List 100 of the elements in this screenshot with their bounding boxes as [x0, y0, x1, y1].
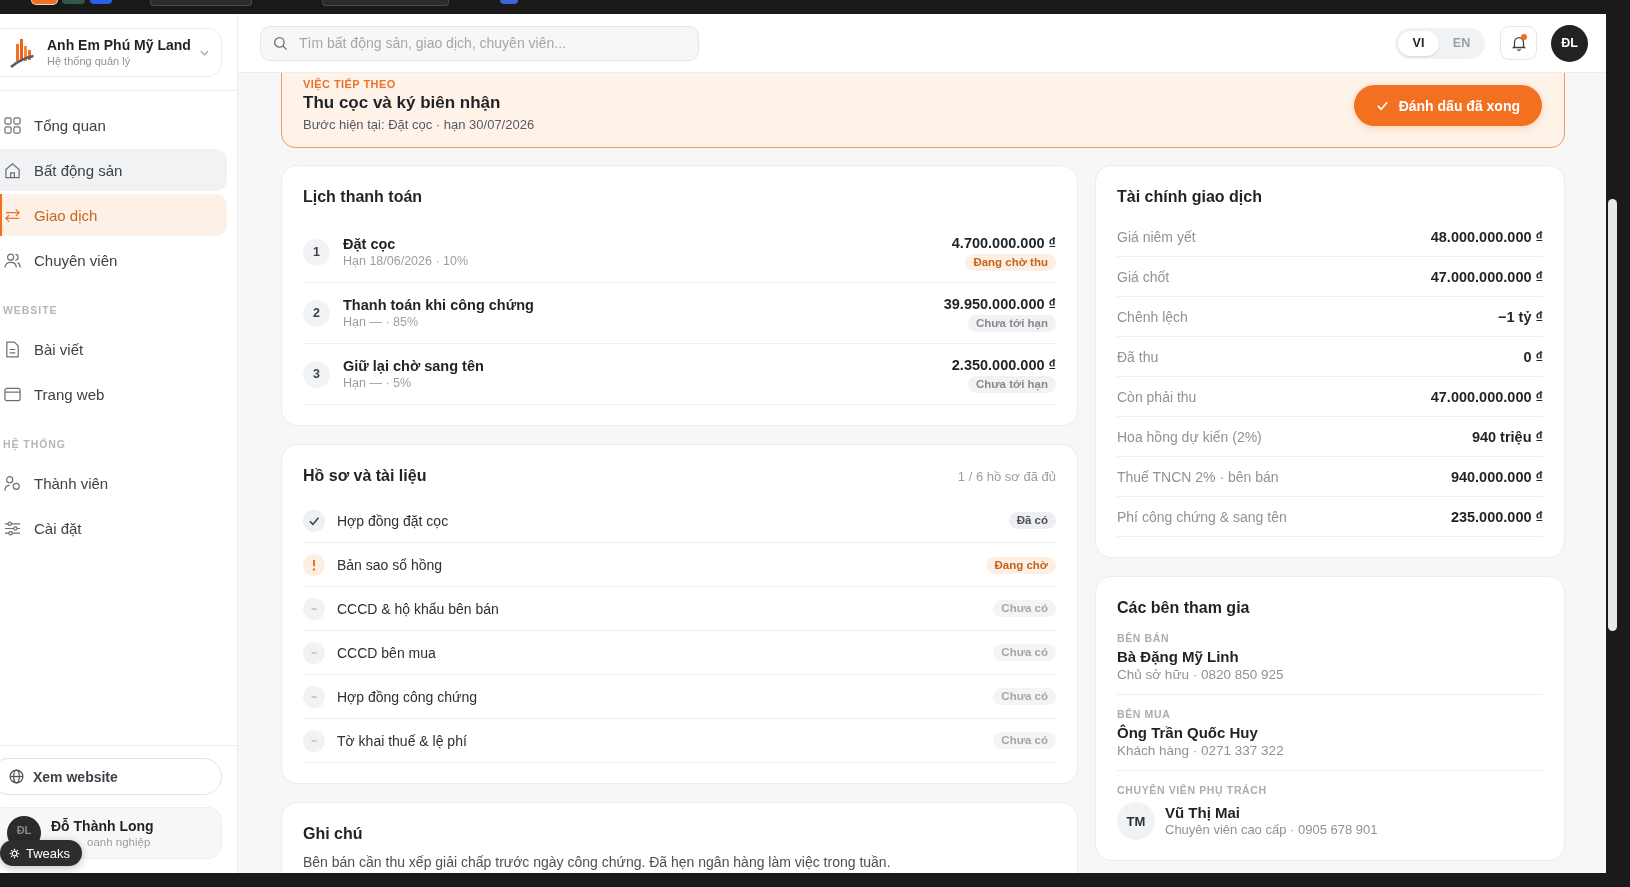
- section-label: HỆ THỐNG: [3, 437, 67, 451]
- document-name: Tờ khai thuế & lệ phí: [337, 732, 468, 749]
- next-task-title: Thu cọc và ký biên nhận: [303, 92, 502, 113]
- payment-status: Đang chờ thu: [965, 253, 1056, 271]
- workspace-name: Anh Em Phú Mỹ Land: [47, 37, 192, 54]
- sidebar-item[interactable]: Bất động sản: [0, 149, 227, 191]
- browser-tab[interactable]: [322, 0, 449, 6]
- globe-icon: [9, 769, 24, 784]
- finance-value: 940 triệu ₫: [1471, 428, 1543, 445]
- tab-icon[interactable]: [32, 0, 57, 4]
- finance-value: 48.000.000.000 ₫: [1430, 228, 1543, 245]
- finance-label: Thuế TNCN 2% · bên bán: [1117, 468, 1279, 485]
- payment-amount: 4.700.000.000 ₫: [951, 233, 1056, 252]
- finance-value: 940.000.000 ₫: [1450, 468, 1543, 485]
- card-title: Lịch thanh toán: [303, 187, 424, 207]
- people-icon: [4, 474, 21, 492]
- card-title: Các bên tham gia: [1117, 598, 1251, 618]
- sidebar-item[interactable]: Trang web: [0, 373, 227, 415]
- card-title: Tài chính giao dịch: [1117, 187, 1263, 207]
- party-name: Ông Trần Quốc Huy: [1117, 723, 1259, 742]
- tab-icon[interactable]: [90, 0, 112, 4]
- document-name: CCCD & hộ khẩu bên bán: [337, 600, 500, 617]
- next-task-label: VIỆC TIẾP THEO: [303, 78, 397, 90]
- house-icon: [4, 161, 21, 179]
- party-name: Bà Đặng Mỹ Linh: [1117, 647, 1240, 666]
- tab-icon[interactable]: [62, 0, 85, 4]
- finance-value: 47.000.000.000 ₫: [1430, 388, 1543, 405]
- users-icon: [4, 251, 21, 269]
- note-text: Bên bán cần thu xếp giải chấp trước ngày công chứng. Đã hẹn ngân hàng làm việc trong tuần.: [303, 854, 892, 870]
- document-icon: [4, 340, 21, 358]
- party-role: BÊN BÁN: [1117, 632, 1171, 644]
- agent-avatar: TM: [1117, 802, 1155, 840]
- payment-amount: 2.350.000.000 ₫: [951, 355, 1056, 374]
- next-task-step: Bước hiện tại: Đặt cọc · hạn 30/07/2026: [303, 116, 535, 133]
- party-role: BÊN MUA: [1117, 708, 1172, 720]
- party-role: CHUYÊN VIÊN PHỤ TRÁCH: [1117, 784, 1268, 796]
- sidebar-item[interactable]: Thành viên: [0, 462, 227, 504]
- tweaks-button[interactable]: Tweaks: [0, 840, 83, 866]
- sliders-icon: [4, 519, 21, 537]
- payment-title: Thanh toán khi công chứng: [343, 296, 535, 314]
- document-status: Chưa có: [993, 732, 1056, 749]
- workspace-subtitle: Hệ thống quản lý: [47, 54, 132, 68]
- document-name: Hợp đồng đặt cọc: [337, 512, 450, 529]
- sidebar-item[interactable]: Tổng quan: [0, 104, 227, 146]
- bell-icon: [1510, 35, 1527, 51]
- payment-amount: 39.950.000.000 ₫: [943, 294, 1056, 313]
- scrollbar-thumb[interactable]: [1608, 199, 1617, 631]
- finance-value: 0 ₫: [1523, 348, 1543, 365]
- user-role: oanh nghiệp: [87, 834, 152, 849]
- sidebar-item[interactable]: Cài đặt: [0, 507, 227, 549]
- building-logo-icon: [10, 37, 34, 68]
- finance-value: 47.000.000.000 ₫: [1430, 268, 1543, 285]
- search-field[interactable]: Tìm bất động sản, giao dịch, chuyên viên...: [260, 25, 699, 61]
- finance-value: −1 tỷ ₫: [1498, 308, 1543, 325]
- sidebar-item[interactable]: Bài viết: [0, 328, 227, 370]
- grid-icon: [4, 116, 21, 134]
- payment-status: Chưa tới hạn: [967, 314, 1056, 332]
- user-name: Đỗ Thành Long: [51, 817, 154, 835]
- finance-label: Giá niêm yết: [1117, 228, 1196, 245]
- payment-status: Chưa tới hạn: [967, 375, 1056, 393]
- finance-label: Đã thu: [1117, 348, 1159, 365]
- document-name: CCCD bên mua: [337, 644, 437, 661]
- chevron-down-icon: [200, 49, 209, 56]
- party-detail: Khách hàng · 0271 337 322: [1117, 742, 1285, 759]
- finance-value: 235.000.000 ₫: [1450, 508, 1543, 525]
- payment-due: Hạn — · 85%: [343, 314, 420, 330]
- step-number: 2: [303, 299, 330, 327]
- finance-label: Còn phải thu: [1117, 388, 1197, 405]
- payment-due: Hạn — · 5%: [343, 375, 413, 391]
- sidebar-item[interactable]: Chuyên viên: [0, 239, 227, 281]
- browser-window-icon: [4, 385, 21, 403]
- sidebar-item[interactable]: Giao dịch: [0, 194, 227, 236]
- payment-title: Đặt cọc: [343, 235, 397, 253]
- view-website-button[interactable]: Xem website: [0, 758, 222, 795]
- documents-summary: 1 / 6 hồ sơ đã đủ: [957, 468, 1056, 484]
- document-status: Chưa có: [993, 688, 1056, 705]
- payment-title: Giữ lại chờ sang tên: [343, 357, 485, 375]
- document-status: Chưa có: [993, 600, 1056, 617]
- check-icon: [1375, 99, 1389, 112]
- finance-label: Phí công chứng & sang tên: [1117, 508, 1287, 525]
- step-number: 3: [303, 360, 330, 388]
- card-title: Hồ sơ và tài liệu: [303, 466, 427, 486]
- notifications-button[interactable]: [1500, 26, 1537, 60]
- step-number: 1: [303, 238, 330, 266]
- tab-icon[interactable]: [500, 0, 518, 4]
- document-name: Bản sao sổ hồng: [337, 556, 444, 573]
- party-name: Vũ Thị Mai: [1165, 804, 1241, 822]
- card-title: Ghi chú: [303, 824, 364, 844]
- swap-arrows-icon: [4, 206, 21, 224]
- section-label: WEBSITE: [3, 303, 59, 317]
- language-option[interactable]: VI: [1398, 30, 1439, 56]
- browser-tab[interactable]: [150, 0, 252, 6]
- user-avatar[interactable]: ĐL: [1551, 24, 1588, 62]
- finance-label: Giá chốt: [1117, 268, 1170, 285]
- payment-due: Hạn 18/06/2026 · 10%: [343, 253, 470, 269]
- party-detail: Chuyên viên cao cấp · 0905 678 901: [1165, 822, 1378, 838]
- party-detail: Chủ sở hữu · 0820 850 925: [1117, 666, 1285, 683]
- document-status: Chưa có: [993, 644, 1056, 661]
- finance-label: Hoa hồng dự kiến (2%): [1117, 428, 1262, 445]
- search-icon: [273, 35, 288, 51]
